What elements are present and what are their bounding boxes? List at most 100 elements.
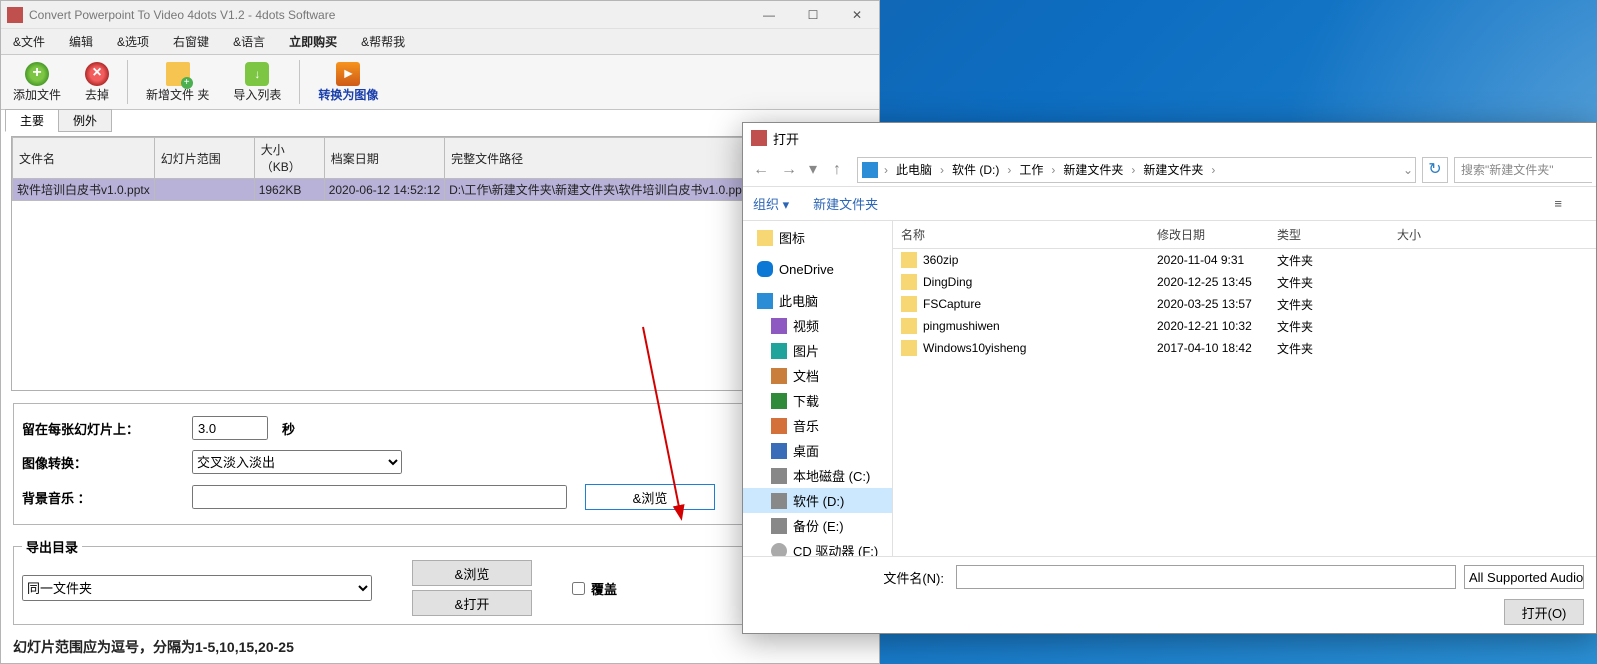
folder-plus-icon xyxy=(166,62,190,86)
chevron-right-icon: › xyxy=(882,163,890,177)
nav-up-button[interactable]: ↑ xyxy=(823,157,851,183)
organize-button[interactable]: 组织 ▾ xyxy=(753,194,789,213)
dialog-toolbar: 组织 ▾ 新建文件夹 ≡ xyxy=(743,187,1596,221)
search-input[interactable]: 搜索"新建文件夹" xyxy=(1454,157,1592,183)
nav-item-pictures[interactable]: 图片 xyxy=(743,338,892,363)
file-list: 名称 修改日期 类型 大小 360zip2020-11-04 9:31文件夹Di… xyxy=(893,221,1596,556)
dialog-footer: 文件名(N): All Supported Audio 打开(O) xyxy=(743,556,1596,633)
toolbar-import-list[interactable]: 导入列表 xyxy=(221,58,293,107)
folder-icon xyxy=(901,318,917,334)
col-filename[interactable]: 文件名 xyxy=(13,138,155,179)
nav-item-video[interactable]: 视频 xyxy=(743,313,892,338)
downloads-icon xyxy=(771,393,787,409)
file-row[interactable]: Windows10yisheng2017-04-10 18:42文件夹 xyxy=(893,337,1596,359)
toolbar-add-file[interactable]: 添加文件 xyxy=(1,58,73,107)
nav-item-drive-e[interactable]: 备份 (E:) xyxy=(743,513,892,538)
nav-recent-button[interactable]: ▾ xyxy=(803,157,823,183)
nav-back-button[interactable]: ← xyxy=(747,157,775,183)
toolbar-convert-to-image[interactable]: 转换为图像 xyxy=(306,58,390,107)
desktop-icon xyxy=(771,443,787,459)
toolbar-separator xyxy=(127,60,128,104)
nav-item-onedrive[interactable]: OneDrive xyxy=(743,258,892,280)
nav-item-drive-c[interactable]: 本地磁盘 (C:) xyxy=(743,463,892,488)
open-button[interactable]: 打开(O) xyxy=(1504,599,1584,625)
file-row[interactable]: DingDing2020-12-25 13:45文件夹 xyxy=(893,271,1596,293)
refresh-button[interactable]: ↻ xyxy=(1422,157,1448,183)
nav-item-icons[interactable]: 图标 xyxy=(743,225,892,250)
col-name[interactable]: 名称 xyxy=(893,226,1149,243)
crumb-folder1[interactable]: 新建文件夹 xyxy=(1057,158,1129,182)
filename-input[interactable] xyxy=(956,565,1456,589)
col-size[interactable]: 大小（KB） xyxy=(254,138,324,179)
plus-icon xyxy=(25,62,49,86)
menu-help[interactable]: &帮帮我 xyxy=(349,29,417,54)
nav-item-documents[interactable]: 文档 xyxy=(743,363,892,388)
dialog-navbar: ← → ▾ ↑ › 此电脑› 软件 (D:)› 工作› 新建文件夹› 新建文件夹… xyxy=(743,153,1596,187)
col-date[interactable]: 档案日期 xyxy=(324,138,444,179)
minimize-button[interactable]: — xyxy=(747,1,791,29)
nav-item-drive-f[interactable]: CD 驱动器 (F:) xyxy=(743,538,892,556)
file-grid: 文件名 幻灯片范围 大小（KB） 档案日期 完整文件路径 软件培训白皮书v1.0… xyxy=(11,136,869,391)
menu-file[interactable]: &文件 xyxy=(1,29,57,54)
file-row[interactable]: FSCapture2020-03-25 13:57文件夹 xyxy=(893,293,1596,315)
menu-buy[interactable]: 立即购买 xyxy=(277,29,349,54)
crumb-folder2[interactable]: 新建文件夹 xyxy=(1137,158,1209,182)
folder-icon xyxy=(757,230,773,246)
export-dir-select[interactable]: 同一文件夹 xyxy=(22,575,372,601)
file-row[interactable]: 360zip2020-11-04 9:31文件夹 xyxy=(893,249,1596,271)
nav-item-desktop[interactable]: 桌面 xyxy=(743,438,892,463)
documents-icon xyxy=(771,368,787,384)
crumb-thispc[interactable]: 此电脑 xyxy=(890,158,938,182)
crumb-drive-d[interactable]: 软件 (D:) xyxy=(946,158,1005,182)
cell-filename: 软件培训白皮书v1.0.pptx xyxy=(13,179,155,201)
new-folder-button[interactable]: 新建文件夹 xyxy=(813,194,878,213)
nav-forward-button[interactable]: → xyxy=(775,157,803,183)
nav-item-drive-d[interactable]: 软件 (D:) xyxy=(743,488,892,513)
menu-edit[interactable]: 编辑 xyxy=(57,29,105,54)
view-options-button[interactable]: ≡ xyxy=(1554,196,1562,211)
toolbar: 添加文件 去掉 新增文件 夹 导入列表 转换为图像 xyxy=(1,55,879,110)
window-title: Convert Powerpoint To Video 4dots V1.2 -… xyxy=(29,8,747,22)
tab-main[interactable]: 主要 xyxy=(5,109,59,132)
tab-except[interactable]: 例外 xyxy=(58,109,112,132)
col-date[interactable]: 修改日期 xyxy=(1149,226,1269,243)
maximize-button[interactable]: ☐ xyxy=(791,1,835,29)
pc-icon xyxy=(757,293,773,309)
path-dropdown-icon[interactable]: ⌄ xyxy=(1401,163,1415,177)
file-row[interactable]: pingmushiwen2020-12-21 10:32文件夹 xyxy=(893,315,1596,337)
export-legend: 导出目录 xyxy=(22,537,82,556)
file-filter-select[interactable]: All Supported Audio xyxy=(1464,565,1584,589)
export-open-button[interactable]: &打开 xyxy=(412,590,532,616)
col-size[interactable]: 大小 xyxy=(1389,226,1469,243)
file-list-header: 名称 修改日期 类型 大小 xyxy=(893,221,1596,249)
toolbar-remove[interactable]: 去掉 xyxy=(73,58,121,107)
cell-date: 2020-06-12 14:52:12 xyxy=(324,179,444,201)
transition-select[interactable]: 交叉淡入淡出 xyxy=(192,450,402,474)
grid-row[interactable]: 软件培训白皮书v1.0.pptx 1962KB 2020-06-12 14:52… xyxy=(13,179,868,201)
overwrite-checkbox[interactable]: 覆盖 xyxy=(572,579,617,598)
menu-language[interactable]: &语言 xyxy=(221,29,277,54)
onedrive-icon xyxy=(757,261,773,277)
col-range[interactable]: 幻灯片范围 xyxy=(154,138,254,179)
nav-item-downloads[interactable]: 下载 xyxy=(743,388,892,413)
close-button[interactable]: ✕ xyxy=(835,1,879,29)
delete-icon xyxy=(85,62,109,86)
export-browse-button[interactable]: &浏览 xyxy=(412,560,532,586)
browse-bgm-button[interactable]: &浏览 xyxy=(585,484,715,510)
col-type[interactable]: 类型 xyxy=(1269,226,1389,243)
menu-rightkey[interactable]: 右窗键 xyxy=(161,29,221,54)
toolbar-new-folder[interactable]: 新增文件 夹 xyxy=(134,58,221,107)
filename-label: 文件名(N): xyxy=(883,568,944,587)
stay-seconds-input[interactable] xyxy=(192,416,268,440)
stay-label: 留在每张幻灯片上： xyxy=(22,419,192,438)
bgm-path-input[interactable] xyxy=(192,485,567,509)
overwrite-checkbox-input[interactable] xyxy=(572,582,585,595)
crumb-work[interactable]: 工作 xyxy=(1013,158,1049,182)
menu-options[interactable]: &选项 xyxy=(105,29,161,54)
titlebar: Convert Powerpoint To Video 4dots V1.2 -… xyxy=(1,1,879,29)
folder-icon xyxy=(901,274,917,290)
nav-item-thispc[interactable]: 此电脑 xyxy=(743,288,892,313)
nav-item-music[interactable]: 音乐 xyxy=(743,413,892,438)
breadcrumb[interactable]: › 此电脑› 软件 (D:)› 工作› 新建文件夹› 新建文件夹› ⌄ xyxy=(857,157,1416,183)
toolbar-separator xyxy=(299,60,300,104)
